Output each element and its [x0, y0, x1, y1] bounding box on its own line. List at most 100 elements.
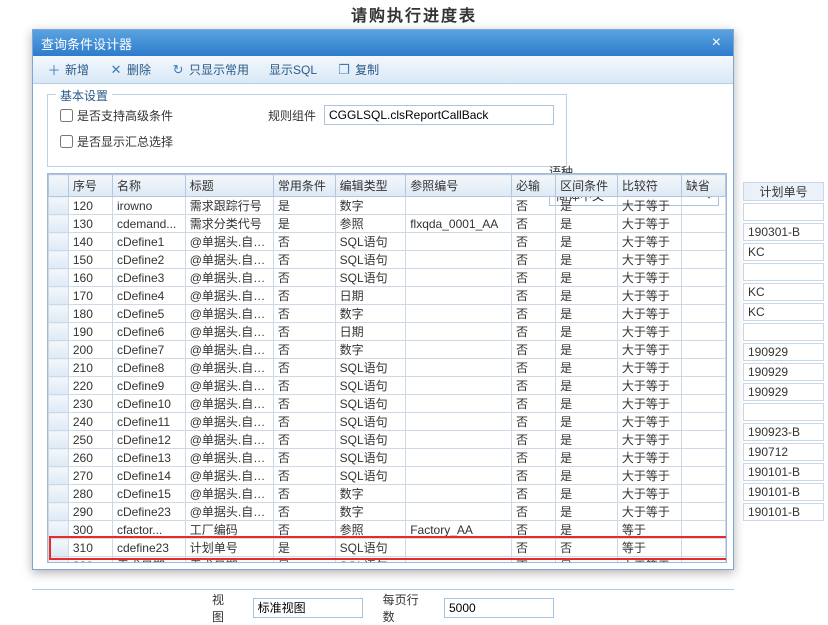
cell-title[interactable]: 计划单号 [185, 539, 273, 557]
cell-range[interactable]: 是 [556, 251, 618, 269]
table-row[interactable]: 130cdemand...需求分类代号是参照flxqda_0001_AA否是大于… [49, 215, 726, 233]
table-row[interactable]: 200cDefine7@单据头.自定...否数字否是大于等于 [49, 341, 726, 359]
cell-ref[interactable] [406, 485, 512, 503]
cell-required[interactable]: 否 [512, 323, 556, 341]
table-row[interactable]: 240cDefine11@单据头.自定...否SQL语句否是大于等于 [49, 413, 726, 431]
cell-common[interactable]: 是 [273, 539, 335, 557]
bg-cell[interactable]: 190929 [743, 363, 824, 381]
bg-cell[interactable]: 190712 [743, 443, 824, 461]
col-header[interactable]: 必输 [512, 175, 556, 197]
cell-cmp[interactable]: 大于等于 [617, 413, 681, 431]
cell-range[interactable]: 是 [556, 359, 618, 377]
table-row[interactable]: 260cDefine13@单据头.自定...否SQL语句否是大于等于 [49, 449, 726, 467]
bg-cell[interactable] [743, 403, 824, 421]
table-row[interactable]: 230cDefine10@单据头.自定...否SQL语句否是大于等于 [49, 395, 726, 413]
cell-ref[interactable] [406, 395, 512, 413]
cell-required[interactable]: 否 [512, 269, 556, 287]
cell-common[interactable]: 否 [273, 503, 335, 521]
cell-name[interactable]: cDefine4 [112, 287, 185, 305]
cell-cmp[interactable]: 大于等于 [617, 197, 681, 215]
col-header[interactable]: 标题 [185, 175, 273, 197]
table-row[interactable]: 180cDefine5@单据头.自定...否数字否是大于等于 [49, 305, 726, 323]
cell-required[interactable]: 否 [512, 395, 556, 413]
cell-editType[interactable]: SQL语句 [335, 359, 406, 377]
cell-cmp[interactable]: 大于等于 [617, 269, 681, 287]
cell-common[interactable]: 否 [273, 359, 335, 377]
cell-name[interactable]: irowno [112, 197, 185, 215]
close-icon[interactable]: × [708, 34, 725, 52]
cell-title[interactable]: 需求跟踪行号 [185, 197, 273, 215]
cell-editType[interactable]: SQL语句 [335, 413, 406, 431]
cell-ref[interactable] [406, 539, 512, 557]
cell-name[interactable]: cDefine12 [112, 431, 185, 449]
show-summary-checkbox[interactable]: 是否显示汇总选择 [60, 133, 173, 150]
cell-ref[interactable] [406, 359, 512, 377]
conditions-grid[interactable]: 序号名称标题常用条件编辑类型参照编号必输区间条件比较符缺省 120irowno需… [47, 173, 727, 563]
cell-editType[interactable]: 日期 [335, 287, 406, 305]
bg-cell[interactable]: KC [743, 243, 824, 261]
cell-common[interactable]: 否 [273, 323, 335, 341]
cell-range[interactable]: 是 [556, 449, 618, 467]
cell-editType[interactable]: SQL语句 [335, 251, 406, 269]
bg-cell[interactable] [743, 323, 824, 341]
cell-title[interactable]: @单据头.自定... [185, 413, 273, 431]
cell-required[interactable]: 否 [512, 233, 556, 251]
cell-no[interactable]: 200 [68, 341, 112, 359]
cell-cmp[interactable]: 大于等于 [617, 449, 681, 467]
cell-cmp[interactable]: 大于等于 [617, 395, 681, 413]
table-row[interactable]: 320需求日期需求日期是SQL语句否是大于等于 [49, 557, 726, 564]
table-row[interactable]: 170cDefine4@单据头.自定...否日期否是大于等于 [49, 287, 726, 305]
cell-range[interactable]: 是 [556, 197, 618, 215]
cell-ref[interactable]: flxqda_0001_AA [406, 215, 512, 233]
delete-button[interactable]: ✕ 删除 [101, 59, 159, 80]
cell-no[interactable]: 190 [68, 323, 112, 341]
cell-editType[interactable]: SQL语句 [335, 395, 406, 413]
cell-range[interactable]: 是 [556, 377, 618, 395]
cell-range[interactable]: 是 [556, 557, 618, 564]
table-row[interactable]: 270cDefine14@单据头.自定...否SQL语句否是大于等于 [49, 467, 726, 485]
cell-cmp[interactable]: 大于等于 [617, 215, 681, 233]
cell-ref[interactable] [406, 197, 512, 215]
cell-ref[interactable] [406, 413, 512, 431]
cell-name[interactable]: cDefine5 [112, 305, 185, 323]
cell-name[interactable]: cdefine23 [112, 539, 185, 557]
cell-ref[interactable] [406, 557, 512, 564]
cell-range[interactable]: 是 [556, 233, 618, 251]
cell-editType[interactable]: 数字 [335, 305, 406, 323]
cell-editType[interactable]: SQL语句 [335, 539, 406, 557]
col-header[interactable]: 编辑类型 [335, 175, 406, 197]
col-header[interactable]: 序号 [68, 175, 112, 197]
cell-name[interactable]: 需求日期 [112, 557, 185, 564]
col-header[interactable]: 区间条件 [556, 175, 618, 197]
cell-common[interactable]: 否 [273, 251, 335, 269]
cell-name[interactable]: cDefine1 [112, 233, 185, 251]
cell-cmp[interactable]: 等于 [617, 539, 681, 557]
table-row[interactable]: 120irowno需求跟踪行号是数字否是大于等于 [49, 197, 726, 215]
cell-editType[interactable]: 参照 [335, 521, 406, 539]
bg-cell[interactable]: 190301-B [743, 223, 824, 241]
bg-cell[interactable]: KC [743, 303, 824, 321]
cell-no[interactable]: 220 [68, 377, 112, 395]
cell-common[interactable]: 否 [273, 305, 335, 323]
cell-title[interactable]: @单据头.自定... [185, 485, 273, 503]
cell-editType[interactable]: SQL语句 [335, 431, 406, 449]
cell-common[interactable]: 否 [273, 485, 335, 503]
cell-cmp[interactable]: 等于 [617, 521, 681, 539]
cell-title[interactable]: @单据头.自定... [185, 269, 273, 287]
cell-required[interactable]: 否 [512, 503, 556, 521]
cell-no[interactable]: 130 [68, 215, 112, 233]
show-sql-button[interactable]: 显示SQL [261, 59, 325, 80]
col-header[interactable]: 比较符 [617, 175, 681, 197]
cell-title[interactable]: @单据头.自定... [185, 305, 273, 323]
cell-range[interactable]: 是 [556, 287, 618, 305]
bg-cell[interactable]: 190101-B [743, 483, 824, 501]
cell-editType[interactable]: SQL语句 [335, 269, 406, 287]
cell-ref[interactable] [406, 233, 512, 251]
cell-editType[interactable]: SQL语句 [335, 467, 406, 485]
cell-required[interactable]: 否 [512, 539, 556, 557]
cell-title[interactable]: 需求日期 [185, 557, 273, 564]
cell-ref[interactable] [406, 269, 512, 287]
cell-no[interactable]: 240 [68, 413, 112, 431]
cell-ref[interactable] [406, 449, 512, 467]
cell-no[interactable]: 280 [68, 485, 112, 503]
